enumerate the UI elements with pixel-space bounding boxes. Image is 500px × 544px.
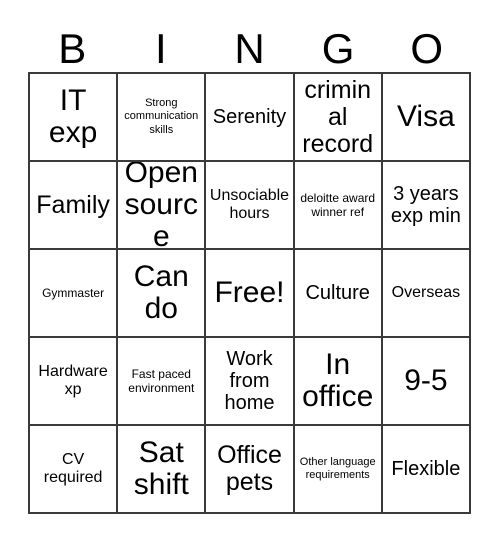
bingo-cell-label: Hardware xp <box>38 362 108 398</box>
bingo-cell-label: Family <box>36 190 110 219</box>
header-letter-n: N <box>234 25 265 72</box>
bingo-cell-label: Office pets <box>217 441 282 496</box>
bingo-cell-label: 3 years exp min <box>390 183 461 227</box>
bingo-cell[interactable]: Visa <box>382 74 471 162</box>
bingo-cell[interactable]: criminal record <box>294 74 383 162</box>
bingo-cell-label: Gymmaster <box>42 285 105 300</box>
bingo-cell[interactable]: Hardware xp <box>30 338 119 426</box>
bingo-cell[interactable]: Open source <box>118 162 207 250</box>
bingo-cell-label: Other language requirements <box>299 455 376 481</box>
bingo-cell[interactable]: Family <box>30 162 119 250</box>
bingo-cell[interactable]: Flexible <box>382 426 471 514</box>
bingo-cell[interactable]: deloitte award winner ref <box>294 162 383 250</box>
bingo-cell-label: Sat shift <box>133 436 189 501</box>
bingo-cell-label: criminal record <box>302 75 374 158</box>
bingo-cell[interactable]: 3 years exp min <box>382 162 471 250</box>
bingo-cell[interactable]: Can do <box>118 250 207 338</box>
bingo-grid: IT exp Strong communication skills Serenit… <box>28 72 471 514</box>
bingo-cell[interactable]: Unsociable hours <box>206 162 295 250</box>
bingo-card: B I N G O IT exp Strong communication ski… <box>0 0 500 544</box>
bingo-cell-label: Unsociable hours <box>209 186 290 222</box>
bingo-cell-label: CV required <box>43 450 103 486</box>
bingo-cell-label: Can do <box>133 260 189 325</box>
header-letter-o: O <box>410 25 443 72</box>
bingo-cell-label: Open source <box>124 162 198 250</box>
bingo-cell[interactable]: Culture <box>294 250 383 338</box>
header-letter-b: B <box>58 25 87 72</box>
bingo-cell[interactable]: Fast paced environment <box>118 338 207 426</box>
header-letter-g: G <box>321 25 355 72</box>
bingo-header: B I N G O <box>28 18 471 72</box>
bingo-cell[interactable]: Serenity <box>206 74 295 162</box>
bingo-cell-label: Overseas <box>391 283 461 301</box>
bingo-cell[interactable]: Strong communication skills <box>118 74 207 162</box>
bingo-cell-label: Strong communication skills <box>124 96 199 136</box>
bingo-cell-label: IT exp <box>48 84 98 149</box>
bingo-cell-free[interactable]: Free! <box>206 250 295 338</box>
bingo-cell[interactable]: Other language requirements <box>294 426 383 514</box>
bingo-cell[interactable]: In office <box>294 338 383 426</box>
bingo-cell-label: Fast paced environment <box>128 366 195 395</box>
bingo-cell-label: Visa <box>396 100 455 134</box>
bingo-cell-label: 9-5 <box>404 364 448 398</box>
bingo-cell[interactable]: Gymmaster <box>30 250 119 338</box>
bingo-cell-label: In office <box>302 348 374 413</box>
bingo-cell-label: Culture <box>305 282 370 304</box>
bingo-cell-label: Flexible <box>391 458 461 480</box>
bingo-cell-label: Work from home <box>224 348 275 414</box>
bingo-cell[interactable]: 9-5 <box>382 338 471 426</box>
bingo-cell[interactable]: Office pets <box>206 426 295 514</box>
bingo-cell[interactable]: IT exp <box>30 74 119 162</box>
bingo-cell-label: deloitte award winner ref <box>300 190 376 219</box>
bingo-cell-label: Free! <box>214 276 285 310</box>
bingo-cell[interactable]: Work from home <box>206 338 295 426</box>
bingo-cell[interactable]: CV required <box>30 426 119 514</box>
bingo-cell[interactable]: Sat shift <box>118 426 207 514</box>
bingo-cell[interactable]: Overseas <box>382 250 471 338</box>
bingo-cell-label: Serenity <box>212 106 287 128</box>
header-letter-i: I <box>155 25 167 72</box>
